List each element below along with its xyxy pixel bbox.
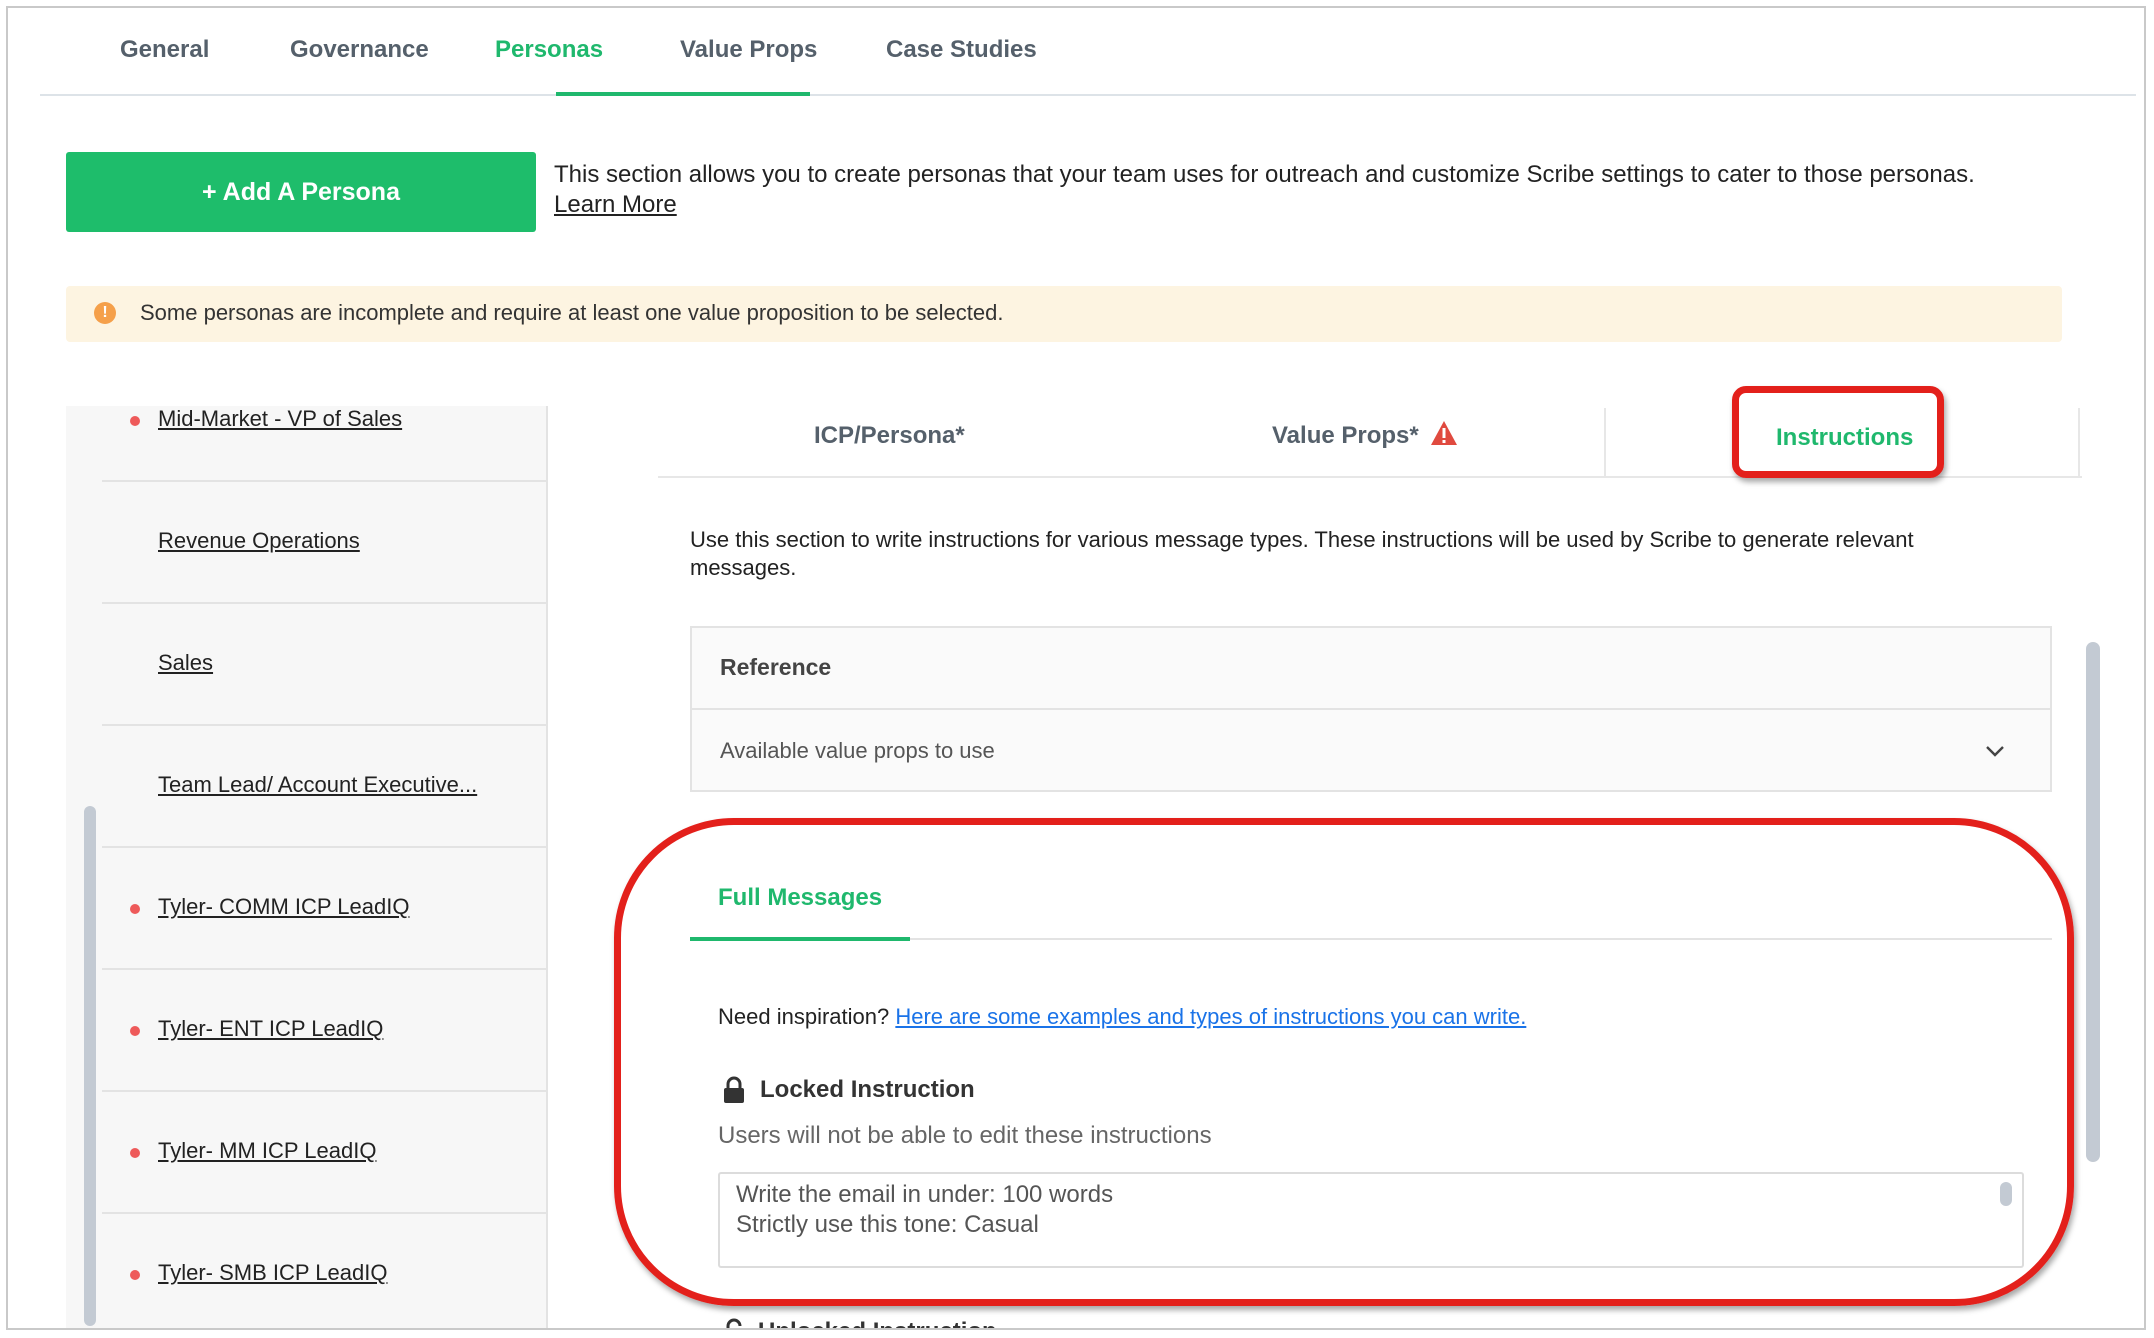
persona-label[interactable]: Revenue Operations — [158, 528, 360, 554]
annotation-highlight-ellipse — [614, 818, 2074, 1306]
persona-item[interactable]: Tyler- MM ICP LeadIQ — [102, 1092, 546, 1214]
persona-label[interactable]: Tyler- COMM ICP LeadIQ — [158, 894, 409, 920]
content-scrollbar[interactable] — [2086, 642, 2100, 1162]
persona-item[interactable]: Tyler- SMB ICP LeadIQ — [102, 1214, 546, 1328]
tab-divider — [1604, 408, 1606, 478]
tab-general[interactable]: General — [120, 36, 209, 64]
persona-label[interactable]: Tyler- ENT ICP LeadIQ — [158, 1016, 383, 1042]
instructions-description: Use this section to write instructions f… — [690, 527, 1914, 580]
annotation-highlight-box — [1732, 386, 1944, 478]
reference-header: Reference — [692, 628, 2050, 710]
incomplete-indicator — [130, 904, 140, 914]
available-value-props-toggle[interactable]: Available value props to use — [720, 738, 995, 764]
persona-item[interactable]: Team Lead/ Account Executive... — [102, 726, 546, 848]
persona-label[interactable]: Mid-Market - VP of Sales — [158, 406, 402, 432]
persona-label[interactable]: Tyler- MM ICP LeadIQ — [158, 1138, 376, 1164]
app-frame: General Governance Personas Value Props … — [6, 6, 2146, 1330]
persona-list-scrollbar[interactable] — [84, 806, 96, 1326]
incomplete-personas-banner: ! Some personas are incomplete and requi… — [66, 286, 2062, 342]
unlocked-instruction-title: Unlocked Instruction — [758, 1318, 997, 1328]
persona-item[interactable]: Tyler- ENT ICP LeadIQ — [102, 970, 546, 1092]
incomplete-indicator — [130, 1148, 140, 1158]
tab-value-props[interactable]: Value Props — [680, 36, 817, 64]
reference-panel: Reference Available value props to use — [690, 626, 2052, 792]
persona-item[interactable]: Tyler- COMM ICP LeadIQ — [102, 848, 546, 970]
incomplete-indicator — [130, 1026, 140, 1036]
reference-title: Reference — [720, 654, 832, 680]
persona-label[interactable]: Team Lead/ Account Executive... — [158, 772, 477, 798]
tab-divider — [2078, 408, 2080, 478]
warning-text: Some personas are incomplete and require… — [140, 300, 1004, 325]
tab-personas[interactable]: Personas — [495, 36, 603, 64]
persona-item[interactable]: Revenue Operations — [102, 482, 546, 604]
add-persona-button[interactable]: + Add A Persona — [66, 152, 536, 232]
tab-icp-persona[interactable]: ICP/Persona* — [814, 422, 965, 450]
chevron-down-icon[interactable] — [1984, 740, 2006, 762]
persona-item[interactable]: Mid-Market - VP of Sales — [102, 406, 546, 482]
persona-item[interactable]: Sales — [102, 604, 546, 726]
tab-persona-value-props[interactable]: Value Props* — [1272, 422, 1419, 450]
personas-intro: This section allows you to create person… — [554, 160, 2034, 220]
warning-icon: ! — [94, 302, 116, 324]
learn-more-link[interactable]: Learn More — [554, 191, 677, 218]
tab-case-studies[interactable]: Case Studies — [886, 36, 1037, 64]
intro-text: This section allows you to create person… — [554, 161, 1975, 188]
persona-label[interactable]: Sales — [158, 650, 213, 676]
warning-triangle-icon — [1431, 421, 1457, 445]
persona-label[interactable]: Tyler- SMB ICP LeadIQ — [158, 1260, 387, 1286]
unlock-icon — [726, 1318, 742, 1328]
settings-tabs: General Governance Personas Value Props … — [40, 8, 2136, 96]
tab-governance[interactable]: Governance — [290, 36, 429, 64]
incomplete-indicator — [130, 1270, 140, 1280]
persona-list: Mid-Market - VP of Sales Revenue Operati… — [66, 406, 548, 1328]
incomplete-indicator — [130, 416, 140, 426]
active-tab-indicator — [556, 92, 810, 96]
